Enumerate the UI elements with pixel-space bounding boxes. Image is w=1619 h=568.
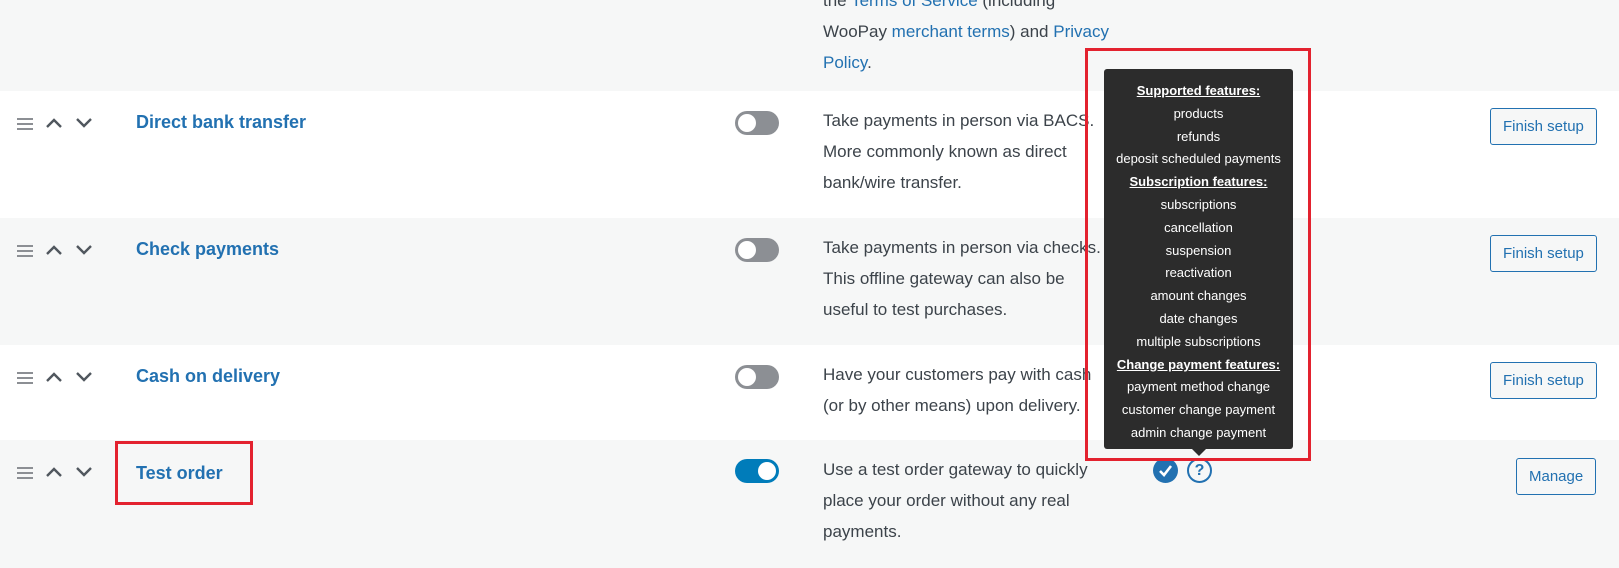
tooltip-feature: suspension <box>1165 242 1232 258</box>
chevron-up-icon[interactable] <box>46 371 62 383</box>
tooltip-feature: reactivation <box>1165 265 1232 281</box>
chevron-down-icon[interactable] <box>76 117 92 129</box>
tooltip-feature: date changes <box>1159 310 1238 326</box>
gateway-enable-toggle[interactable] <box>735 238 779 262</box>
drag-handle-icon[interactable] <box>17 245 33 257</box>
toggle-knob <box>738 368 756 386</box>
terms-of-service-link[interactable]: Terms of Service <box>851 0 978 10</box>
gateway-row-cheque: Check payments Take payments in person v… <box>0 218 1619 345</box>
tooltip-feature: cancellation <box>1164 219 1233 235</box>
tooltip-feature: customer change payment <box>1121 402 1276 418</box>
manage-button[interactable]: Manage <box>1516 458 1597 495</box>
chevron-up-icon[interactable] <box>46 466 62 478</box>
gateway-enable-toggle[interactable] <box>735 459 779 483</box>
gateway-row-cod: Cash on delivery Have your customers pay… <box>0 345 1619 440</box>
gateway-description: Use a test order gateway to quickly plac… <box>823 460 1088 541</box>
tooltip-heading: Subscription features: <box>1129 174 1268 190</box>
tooltip-feature: refunds <box>1176 128 1221 144</box>
toggle-knob <box>758 462 776 480</box>
gateway-description: Take payments in person via checks. This… <box>823 238 1101 319</box>
merchant-terms-link[interactable]: merchant terms <box>892 22 1010 41</box>
finish-setup-button[interactable]: Finish setup <box>1490 108 1597 145</box>
gateway-row-bacs: Direct bank transfer Take payments in pe… <box>0 91 1619 218</box>
drag-handle-icon[interactable] <box>17 467 33 479</box>
checkmark-icon <box>1153 458 1178 483</box>
tooltip-feature: multiple subscriptions <box>1136 333 1261 349</box>
features-tooltip: Supported features: products refunds deposi… <box>1104 69 1293 456</box>
tooltip-feature: products <box>1173 105 1224 121</box>
gateway-description: Have your customers pay with cash (or by… <box>823 365 1092 415</box>
privacy-policy-link[interactable]: Privacy <box>1053 22 1109 41</box>
tooltip-feature: payment method change <box>1126 379 1271 395</box>
toggle-knob <box>738 241 756 259</box>
gateway-enable-toggle[interactable] <box>735 111 779 135</box>
tooltip-feature: amount changes <box>1150 288 1247 304</box>
woopay-terms-text: the Terms of Service (including WooPay m… <box>823 0 1123 78</box>
privacy-policy-link-cont[interactable]: Policy <box>823 53 867 72</box>
tooltip-feature: admin change payment <box>1130 424 1267 440</box>
chevron-up-icon[interactable] <box>46 244 62 256</box>
gateway-name-link[interactable]: Direct bank transfer <box>136 112 306 133</box>
help-icon[interactable]: ? <box>1187 458 1212 483</box>
finish-setup-button[interactable]: Finish setup <box>1490 362 1597 399</box>
tooltip-feature: deposit scheduled payments <box>1116 151 1281 167</box>
gateway-enable-toggle[interactable] <box>735 365 779 389</box>
tooltip-heading: Supported features: <box>1136 83 1261 98</box>
chevron-down-icon[interactable] <box>76 466 92 478</box>
finish-setup-button[interactable]: Finish setup <box>1490 235 1597 272</box>
tooltip-heading: Change payment features: <box>1116 356 1281 372</box>
drag-handle-icon[interactable] <box>17 118 33 130</box>
chevron-down-icon[interactable] <box>76 244 92 256</box>
drag-handle-icon[interactable] <box>17 372 33 384</box>
gateway-row-woopayments: the Terms of Service (including WooPay m… <box>0 0 1619 91</box>
toggle-knob <box>738 114 756 132</box>
gateway-name-link[interactable]: Cash on delivery <box>136 366 280 387</box>
gateway-name-link[interactable]: Check payments <box>136 239 279 260</box>
chevron-down-icon[interactable] <box>76 371 92 383</box>
gateway-description: Take payments in person via BACS. More c… <box>823 111 1095 192</box>
gateway-row-test-order: Test order Use a test order gateway to q… <box>0 440 1619 568</box>
chevron-up-icon[interactable] <box>46 117 62 129</box>
tooltip-feature: subscriptions <box>1160 196 1237 212</box>
gateway-name-link[interactable]: Test order <box>136 463 223 484</box>
tooltip-tail <box>1192 449 1206 456</box>
